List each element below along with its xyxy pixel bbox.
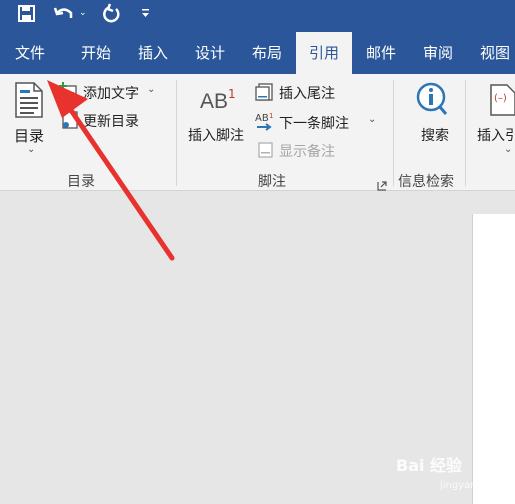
insert-citation-label[interactable]: 插入引 [477,125,515,145]
quick-access-toolbar: ⌄ [0,0,515,32]
ribbon-panel: 目录 ⌄ 添加文字 ⌄ 更新目录 目录 AB1 插入脚注 插入尾注 AB 1 下… [0,74,515,191]
group-separator [176,80,177,186]
customize-qat-icon[interactable] [140,6,152,30]
add-text-label[interactable]: 添加文字 [83,83,139,103]
tab-view[interactable]: 视图 [466,32,515,74]
footnote-sup-glyph: 1 [228,86,236,101]
next-footnote-icon[interactable]: AB 1 [255,112,277,136]
footnote-ab-glyph: AB [200,90,229,113]
insert-citation-dropdown-icon[interactable]: ⌄ [504,144,512,155]
redo-icon[interactable] [100,3,122,27]
tab-insert[interactable]: 插入 [124,32,182,74]
insert-footnote-label[interactable]: 插入脚注 [188,125,244,145]
search-label[interactable]: 搜索 [421,125,449,145]
document-page[interactable] [472,214,515,504]
group-separator [465,80,466,186]
undo-dropdown-icon[interactable]: ⌄ [79,8,87,32]
tab-references[interactable]: 引用 [296,32,352,74]
watermark-url: jingyan.baidu.com [440,480,515,491]
research-group-label: 信息检索 [398,174,454,190]
svg-text:(–): (–) [494,93,507,104]
add-text-dropdown-icon[interactable]: ⌄ [147,84,155,95]
toc-dropdown-icon[interactable]: ⌄ [27,144,35,155]
ribbon-tabs: 文件 开始 插入 设计 布局 引用 邮件 审阅 视图 [0,32,515,74]
insert-endnote-label[interactable]: 插入尾注 [279,83,335,103]
tab-mailings[interactable]: 邮件 [352,32,410,74]
add-text-icon[interactable] [59,82,79,106]
show-notes-label: 显示备注 [279,144,335,160]
update-toc-label[interactable]: 更新目录 [83,111,139,131]
tab-layout[interactable]: 布局 [238,32,296,74]
undo-icon[interactable] [53,3,75,27]
insert-endnote-icon[interactable] [255,82,275,106]
watermark-logo: Bai 经验 [396,456,463,475]
svg-text:AB: AB [255,113,269,124]
tab-home[interactable]: 开始 [66,32,126,74]
svg-text:1: 1 [269,112,273,120]
next-footnote-label[interactable]: 下一条脚注 [279,113,349,133]
tab-design[interactable]: 设计 [181,32,239,74]
insert-footnote-icon[interactable]: AB1 [200,86,236,114]
footnotes-group-label: 脚注 [258,174,286,190]
table-of-contents-icon[interactable] [14,82,44,122]
show-notes-icon [257,141,275,163]
next-footnote-dropdown-icon[interactable]: ⌄ [368,114,376,125]
tab-file[interactable]: 文件 [0,32,60,74]
tab-review[interactable]: 审阅 [409,32,467,74]
group-separator [393,80,394,186]
save-icon[interactable] [17,3,37,27]
toc-group-label: 目录 [67,174,95,190]
insert-citation-icon[interactable]: (–) [489,84,515,120]
toc-button-label[interactable]: 目录 [14,125,44,146]
update-toc-icon[interactable] [60,110,80,134]
search-info-icon[interactable] [414,82,448,120]
